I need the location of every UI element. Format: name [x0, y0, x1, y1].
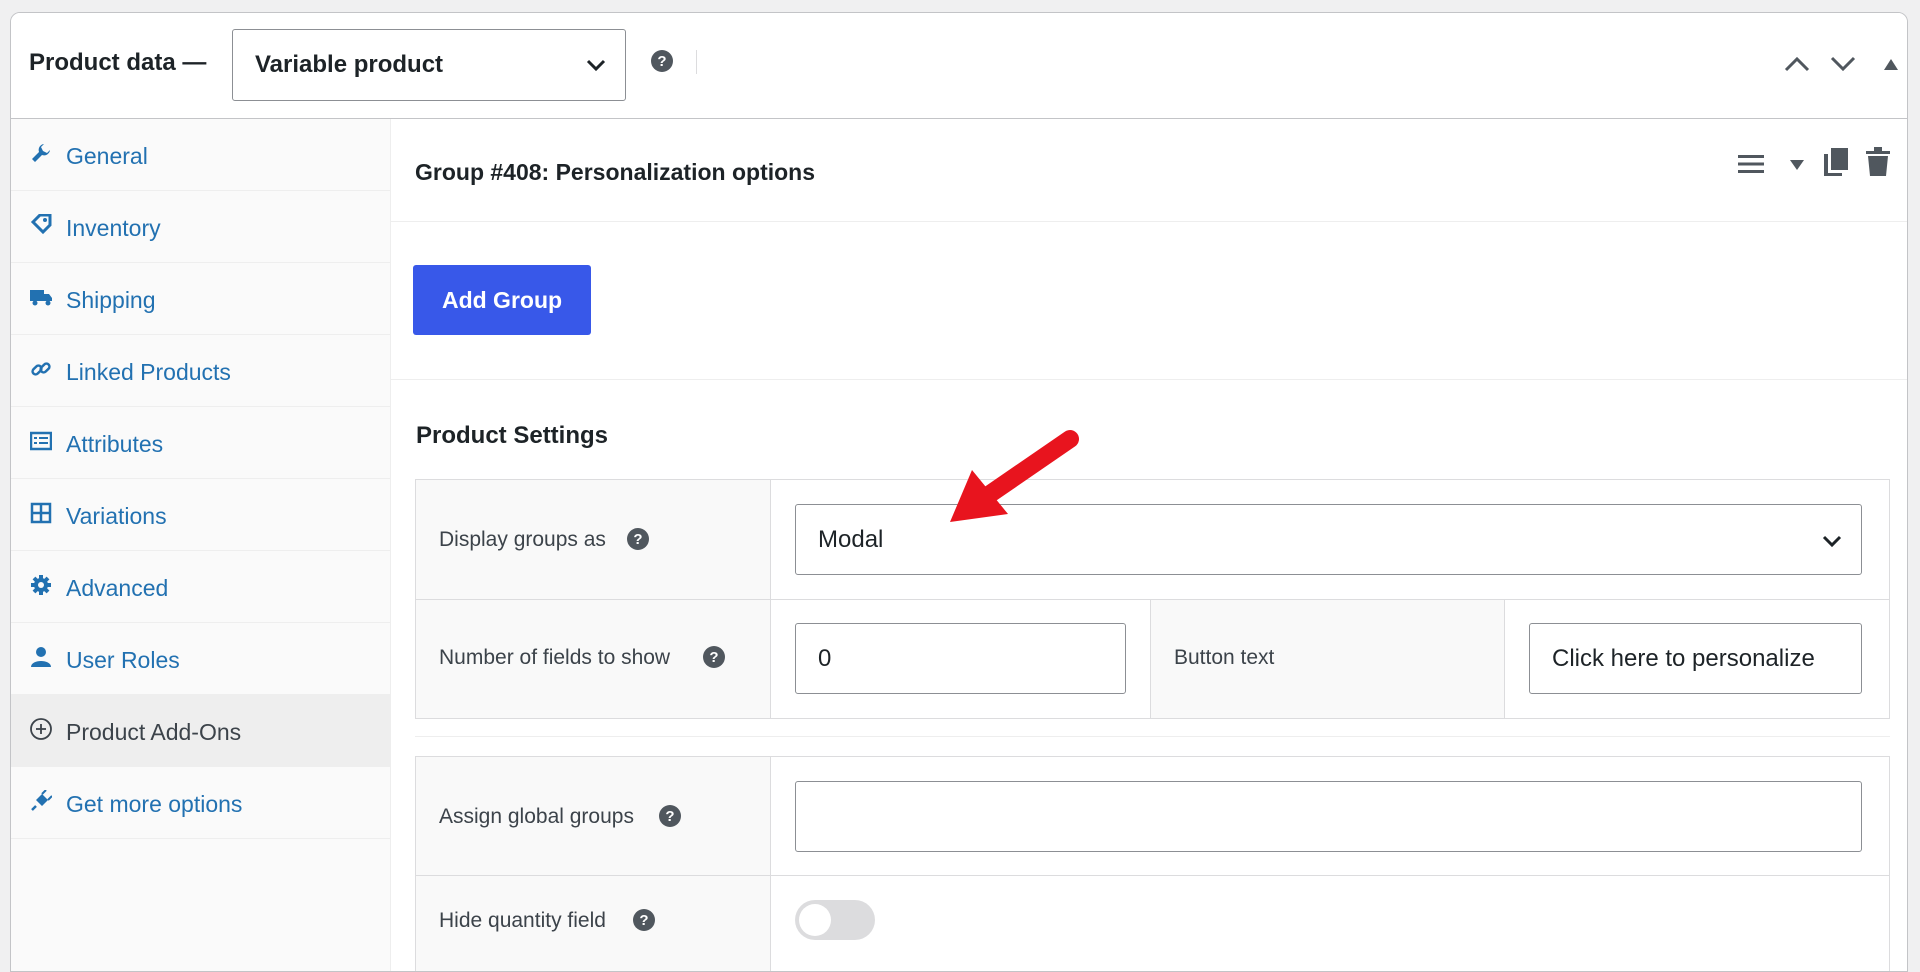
tab-shipping[interactable]: Shipping: [11, 263, 390, 335]
annotation-arrow: [950, 430, 1079, 522]
panel-title: Product data —: [29, 49, 207, 76]
duplicate-icon[interactable]: [1823, 147, 1849, 177]
grid-icon: [29, 501, 53, 525]
button-text-label: Button text: [1174, 646, 1275, 669]
product-settings-title: Product Settings: [416, 422, 609, 449]
hide-quantity-toggle[interactable]: [795, 900, 875, 940]
tab-general[interactable]: General: [11, 119, 390, 191]
chevron-down-icon: [1822, 535, 1842, 548]
chevron-down-icon[interactable]: [1829, 53, 1857, 75]
button-text-input[interactable]: Click here to personalize: [1529, 623, 1862, 694]
toggle-knob: [799, 904, 831, 936]
list-icon: [29, 429, 53, 453]
plug-icon: [29, 789, 53, 813]
help-icon[interactable]: ?: [633, 909, 655, 931]
product-type-select[interactable]: Variable product: [232, 29, 626, 101]
product-settings-table: Display groups as ? Modal Number of fiel…: [415, 479, 1890, 719]
tab-get-more-options[interactable]: Get more options: [11, 767, 390, 839]
help-icon[interactable]: ?: [627, 528, 649, 550]
tab-advanced[interactable]: Advanced: [11, 551, 390, 623]
caret-down-icon[interactable]: [1789, 159, 1805, 171]
tab-label: Linked Products: [66, 359, 231, 385]
add-ons-panel: Group #408: Personalization options Add …: [391, 119, 1907, 971]
button-text-label-cell: Button text: [1150, 600, 1505, 718]
tab-label: General: [66, 143, 148, 169]
wrench-icon: [29, 141, 53, 165]
tab-inventory[interactable]: Inventory: [11, 191, 390, 263]
tab-label: Variations: [66, 503, 167, 529]
display-groups-label-cell: Display groups as ?: [416, 480, 771, 599]
product-type-value: Variable product: [255, 51, 444, 78]
truck-icon: [29, 285, 53, 309]
chevron-up-icon[interactable]: [1783, 53, 1811, 75]
panel-header: Product data — Variable product ?: [11, 13, 1907, 119]
tag-icon: [29, 213, 53, 237]
tab-variations[interactable]: Variations: [11, 479, 390, 551]
display-groups-value: Modal: [818, 525, 884, 553]
fields-button-row: Number of fields to show ? 0 Button text…: [416, 600, 1889, 718]
user-icon: [29, 645, 53, 669]
assign-global-input[interactable]: [795, 781, 1862, 852]
menu-icon[interactable]: [1737, 153, 1765, 175]
plus-circle-icon: [29, 717, 53, 741]
num-fields-label: Number of fields to show: [439, 646, 671, 669]
trash-icon[interactable]: [1865, 147, 1891, 177]
help-icon[interactable]: ?: [703, 646, 725, 668]
hide-quantity-label-cell: Hide quantity field ?: [416, 876, 771, 971]
num-fields-input[interactable]: 0: [795, 623, 1126, 694]
hide-quantity-label: Hide quantity field: [439, 909, 606, 932]
tab-label: Inventory: [66, 215, 161, 241]
tab-product-add-ons[interactable]: Product Add-Ons: [11, 695, 390, 767]
group-header: Group #408: Personalization options: [391, 119, 1907, 222]
divider: [415, 736, 1890, 737]
tab-label: Product Add-Ons: [66, 719, 242, 745]
tab-user-roles[interactable]: User Roles: [11, 623, 390, 695]
tab-label: Advanced: [66, 575, 169, 601]
num-fields-label-cell: Number of fields to show ?: [416, 600, 771, 718]
collapse-triangle-icon[interactable]: [1883, 57, 1899, 71]
header-divider: [696, 50, 697, 74]
display-groups-label: Display groups as: [439, 528, 606, 551]
tab-attributes[interactable]: Attributes: [11, 407, 390, 479]
tab-label: Get more options: [66, 791, 243, 817]
tab-linked-products[interactable]: Linked Products: [11, 335, 390, 407]
hide-quantity-row: Hide quantity field ?: [416, 876, 1889, 971]
assign-global-row: Assign global groups ?: [416, 757, 1889, 876]
tab-label: Attributes: [66, 431, 164, 457]
gear-icon: [29, 573, 53, 597]
product-settings-table-2: Assign global groups ? Hide quantity fie…: [415, 756, 1890, 971]
display-groups-row: Display groups as ? Modal: [416, 480, 1889, 600]
product-data-tabs: General Inventory Shipping Linked Produc…: [11, 119, 391, 971]
chevron-down-icon: [586, 59, 606, 72]
assign-global-label-cell: Assign global groups ?: [416, 757, 771, 875]
button-text-value: Click here to personalize: [1552, 644, 1815, 672]
help-icon[interactable]: ?: [651, 50, 673, 72]
help-icon[interactable]: ?: [659, 805, 681, 827]
add-group-button[interactable]: Add Group: [413, 265, 591, 335]
assign-global-label: Assign global groups: [439, 805, 634, 828]
divider: [391, 379, 1907, 380]
link-icon: [29, 357, 53, 381]
num-fields-value: 0: [818, 644, 832, 672]
tab-label: User Roles: [66, 647, 180, 673]
group-title: Group #408: Personalization options: [415, 159, 816, 185]
tab-label: Shipping: [66, 287, 156, 313]
